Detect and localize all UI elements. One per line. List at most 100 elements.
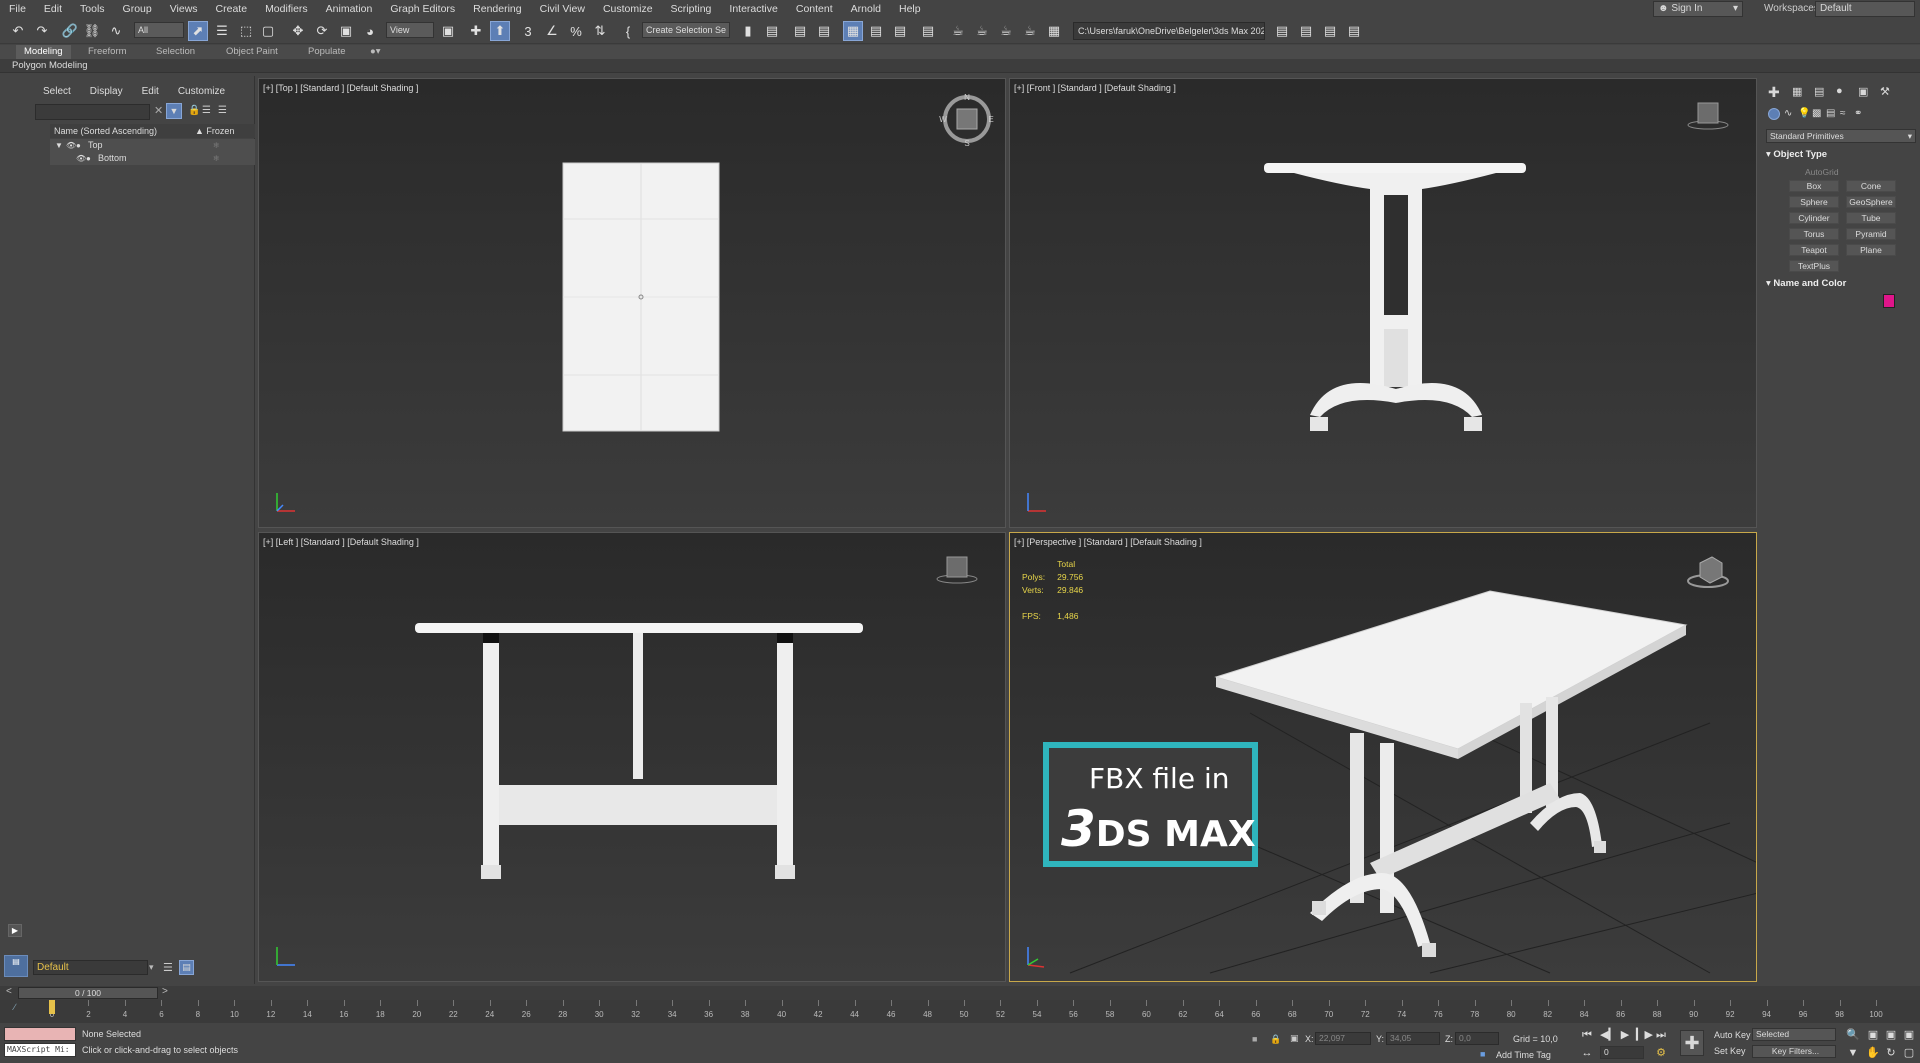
shapes-icon[interactable]: ∿ bbox=[1784, 108, 1792, 119]
menu-content[interactable]: Content bbox=[787, 3, 842, 15]
teapot-button[interactable]: Teapot bbox=[1789, 244, 1839, 256]
hierarchy-tab-icon[interactable]: ▤ bbox=[1814, 85, 1824, 98]
name-color-rollout[interactable]: ▾ Name and Color bbox=[1766, 278, 1916, 289]
geosphere-button[interactable]: GeoSphere bbox=[1846, 196, 1896, 208]
move-icon[interactable]: ✥ bbox=[288, 21, 308, 41]
time-slider[interactable]: 0 / 100 bbox=[18, 987, 158, 999]
toggle-ribbon-icon[interactable]: ▤ bbox=[814, 21, 834, 41]
chevron-down-icon[interactable]: ▾ bbox=[149, 962, 154, 973]
prev-key-icon[interactable]: ◀▎ bbox=[1600, 1028, 1617, 1042]
curve-editor-mini-icon[interactable]: ∕ bbox=[14, 1002, 16, 1012]
hierarchy-icon[interactable]: ☰ bbox=[202, 105, 211, 116]
sphere-button[interactable]: Sphere bbox=[1789, 196, 1839, 208]
menu-interactive[interactable]: Interactive bbox=[720, 3, 786, 15]
tab-populate[interactable]: Populate bbox=[300, 45, 354, 59]
unlink-icon[interactable]: ⛓ bbox=[82, 21, 102, 41]
project-create-icon[interactable]: ▤ bbox=[1296, 21, 1316, 41]
menu-arnold[interactable]: Arnold bbox=[842, 3, 890, 15]
layer-stack-icon[interactable]: ☰ bbox=[163, 961, 173, 974]
layer-sort-icon[interactable]: ☰ bbox=[218, 105, 227, 116]
menu-animation[interactable]: Animation bbox=[317, 3, 382, 15]
selection-lock-icon[interactable]: 🔒 bbox=[1270, 1034, 1281, 1045]
menu-scripting[interactable]: Scripting bbox=[662, 3, 721, 15]
menu-civil-view[interactable]: Civil View bbox=[531, 3, 594, 15]
z-coord-field[interactable]: 0,0 bbox=[1455, 1032, 1499, 1045]
field-of-view-icon[interactable]: ▼ bbox=[1846, 1046, 1860, 1060]
maxscript-mini-input[interactable]: MAXScript Mi: bbox=[4, 1043, 76, 1057]
menu-file[interactable]: File bbox=[0, 3, 35, 15]
select-object-icon[interactable]: ⬈ bbox=[188, 21, 208, 41]
select-manipulate-icon[interactable]: ✚ bbox=[466, 21, 486, 41]
viewcube-icon[interactable] bbox=[935, 551, 979, 587]
auto-key-button[interactable]: Auto Key bbox=[1714, 1030, 1751, 1040]
viewcube-icon[interactable] bbox=[1686, 551, 1730, 591]
snaps-toggle-icon[interactable]: 3 bbox=[518, 21, 538, 41]
render-in-cloud-icon[interactable]: ☕ bbox=[1020, 21, 1040, 41]
named-selection-dropdown[interactable]: Create Selection Se bbox=[642, 22, 730, 38]
layer-dropdown[interactable]: Default bbox=[33, 960, 148, 975]
absolute-mode-icon[interactable]: ▣ bbox=[1290, 1033, 1299, 1044]
orbit-icon[interactable]: ↻ bbox=[1884, 1046, 1898, 1060]
render-setup-icon[interactable]: ▤ bbox=[918, 21, 938, 41]
rect-selection-icon[interactable]: ⬚ bbox=[236, 21, 256, 41]
mirror-icon[interactable]: ▮ bbox=[738, 21, 758, 41]
redo-icon[interactable]: ↷ bbox=[32, 21, 52, 41]
freeze-icon[interactable]: ❄ bbox=[213, 139, 220, 152]
create-tab-icon[interactable]: ✚ bbox=[1768, 84, 1780, 101]
project-open-icon[interactable]: ▤ bbox=[1320, 21, 1340, 41]
spinner-snap-icon[interactable]: ⇅ bbox=[590, 21, 610, 41]
add-time-tag-label[interactable]: Add Time Tag bbox=[1496, 1050, 1551, 1060]
placement-icon[interactable]: ◕ bbox=[360, 21, 380, 41]
eye-icon[interactable]: 👁 bbox=[66, 139, 76, 152]
zoom-icon[interactable]: 🔍 bbox=[1846, 1028, 1860, 1042]
y-coord-field[interactable]: 34,05 bbox=[1386, 1032, 1440, 1045]
prev-frame-icon[interactable]: < bbox=[6, 986, 12, 997]
undo-icon[interactable]: ↶ bbox=[8, 21, 28, 41]
tab-modeling[interactable]: Modeling bbox=[16, 45, 71, 59]
viewcube-compass[interactable]: N S E W bbox=[939, 91, 995, 147]
menu-customize[interactable]: Customize bbox=[594, 3, 662, 15]
column-frozen-header[interactable]: ▲ Frozen bbox=[195, 124, 234, 138]
tab-object-paint[interactable]: Object Paint bbox=[218, 45, 286, 59]
key-filters-button[interactable]: Key Filters... bbox=[1752, 1045, 1836, 1058]
filter-icon[interactable]: ▼ bbox=[166, 103, 182, 119]
maxscript-listener-output[interactable] bbox=[4, 1027, 76, 1041]
ribbon-options-icon[interactable]: ●▾ bbox=[362, 45, 389, 59]
column-name-header[interactable]: Name (Sorted Ascending) bbox=[54, 124, 157, 138]
key-mode-dropdown[interactable]: Selected bbox=[1752, 1028, 1836, 1041]
zoom-extents-all-icon[interactable]: ▣ bbox=[1902, 1028, 1916, 1042]
keyboard-shortcut-override-icon[interactable]: ⬆ bbox=[490, 21, 510, 41]
box-button[interactable]: Box bbox=[1789, 180, 1839, 192]
project-save-icon[interactable]: ▤ bbox=[1344, 21, 1364, 41]
layer-explorer-icon[interactable]: ▤ bbox=[179, 960, 194, 975]
tab-selection[interactable]: Selection bbox=[148, 45, 203, 59]
curve-editor-icon[interactable]: ▦ bbox=[843, 21, 863, 41]
cameras-icon[interactable]: ▩ bbox=[1812, 108, 1821, 119]
object-type-rollout[interactable]: ▾ Object Type bbox=[1766, 149, 1916, 160]
lock-icon[interactable]: 🔒 bbox=[188, 105, 200, 116]
track-bar[interactable]: ∕ 0 2 4 6 8 10 12 14 16 18 20 22 24 26 28 30 32 34 36 38 40 4… bbox=[0, 1000, 1920, 1023]
expand-panel-icon[interactable]: ▶ bbox=[8, 924, 22, 937]
menu-create[interactable]: Create bbox=[207, 3, 257, 15]
zoom-extents-icon[interactable]: ▣ bbox=[1884, 1028, 1898, 1042]
zoom-all-icon[interactable]: ▣ bbox=[1866, 1028, 1880, 1042]
isolate-selection-icon[interactable]: ■ bbox=[1252, 1034, 1257, 1044]
polygon-modeling-label[interactable]: Polygon Modeling bbox=[12, 59, 88, 73]
selection-filter-dropdown[interactable]: All bbox=[134, 22, 184, 38]
align-icon[interactable]: ▤ bbox=[762, 21, 782, 41]
viewcube-icon[interactable] bbox=[1686, 97, 1730, 133]
time-config-icon[interactable]: ⚙ bbox=[1654, 1046, 1668, 1060]
pivot-center-icon[interactable]: ▣ bbox=[438, 21, 458, 41]
material-editor-icon[interactable]: ▤ bbox=[890, 21, 910, 41]
next-key-icon[interactable]: ▎▶ bbox=[1636, 1028, 1653, 1042]
current-frame-field[interactable]: 0 bbox=[1600, 1046, 1644, 1059]
set-key-button[interactable]: Set Key bbox=[1714, 1046, 1746, 1056]
textplus-button[interactable]: TextPlus bbox=[1789, 260, 1839, 272]
maximize-viewport-icon[interactable]: ▢ bbox=[1902, 1046, 1916, 1060]
menu-modifiers[interactable]: Modifiers bbox=[256, 3, 317, 15]
tube-button[interactable]: Tube bbox=[1846, 212, 1896, 224]
sign-in-dropdown[interactable]: ☻ Sign In ▾ bbox=[1653, 1, 1743, 17]
project-path-field[interactable]: C:\Users\faruk\OneDrive\Belgeler\3ds Max… bbox=[1073, 22, 1265, 40]
display-tab-icon[interactable]: ▣ bbox=[1858, 85, 1868, 98]
lights-icon[interactable]: 💡 bbox=[1798, 108, 1810, 119]
